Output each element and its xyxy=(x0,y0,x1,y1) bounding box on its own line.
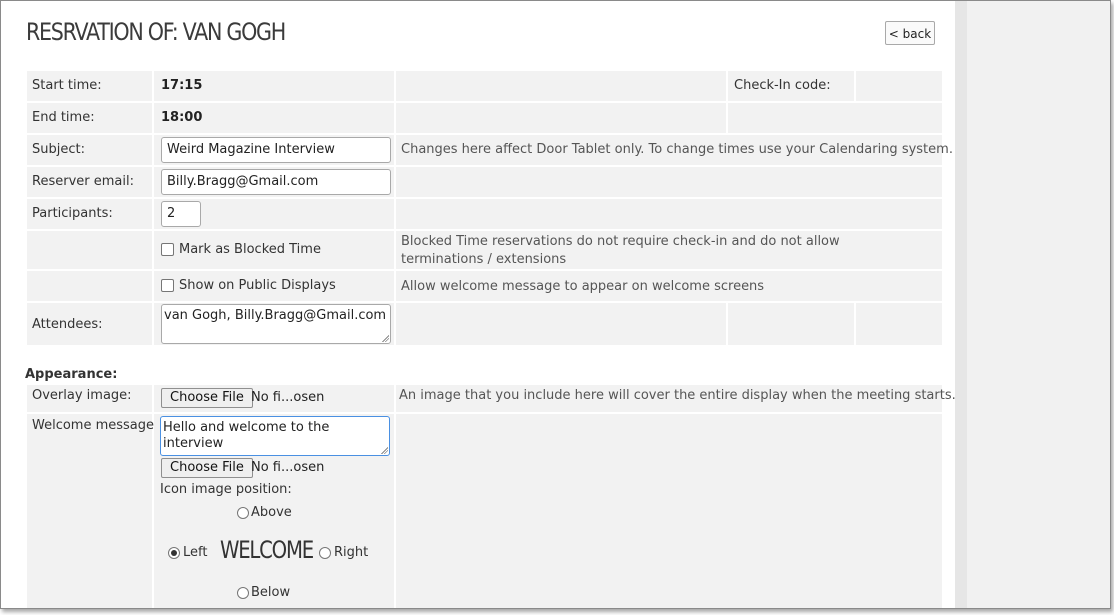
subject-input[interactable]: Weird Magazine Interview xyxy=(161,137,391,163)
participants-label: Participants: xyxy=(32,206,113,221)
participants-input[interactable]: 2 xyxy=(161,201,201,227)
start-time-value: 17:15 xyxy=(161,78,203,93)
welcome-editor-cell: Hello and welcome to the interview Choos… xyxy=(154,414,394,608)
empty-cell xyxy=(396,199,942,229)
overlay-label: Overlay image: xyxy=(32,388,132,403)
empty-cell xyxy=(396,303,726,345)
position-right-label: Right xyxy=(334,545,369,560)
welcome-message-text: Hello and welcome to the interview xyxy=(163,420,330,451)
attendees-textarea[interactable]: van Gogh, Billy.Bragg@Gmail.com xyxy=(161,304,391,344)
subject-label: Subject: xyxy=(32,142,85,157)
public-hint: Allow welcome message to appear on welco… xyxy=(401,279,765,294)
end-time-value-cell: 18:00 xyxy=(154,103,394,133)
participants-input-cell: 2 xyxy=(154,199,394,229)
public-display-checkbox[interactable] xyxy=(161,279,174,292)
subject-input-cell: Weird Magazine Interview xyxy=(154,135,394,165)
overlay-choose-file-button[interactable]: Choose File xyxy=(161,388,253,408)
position-below-radio[interactable] xyxy=(237,587,249,599)
scrollbar-gutter xyxy=(955,1,967,608)
blocked-time-label: Mark as Blocked Time xyxy=(179,242,321,257)
welcome-preview-text: WELCOME xyxy=(220,536,314,564)
end-time-label-cell: End time: xyxy=(27,103,152,133)
reserver-email-label-cell: Reserver email: xyxy=(27,167,152,197)
page-title: RESRVATION OF: VAN GOGH xyxy=(26,18,286,46)
reserver-email-input-cell: Billy.Bragg@Gmail.com xyxy=(154,167,394,197)
attendees-label: Attendees: xyxy=(32,317,103,332)
welcome-choose-file-button[interactable]: Choose File xyxy=(161,458,253,478)
empty-cell xyxy=(396,167,942,197)
attendees-text: van Gogh, Billy.Bragg@Gmail.com xyxy=(164,308,387,323)
reserver-email-label: Reserver email: xyxy=(32,174,134,189)
side-panel xyxy=(967,1,1110,608)
welcome-label: Welcome message: xyxy=(32,418,159,433)
empty-cell xyxy=(856,303,942,345)
overlay-hint-cell: An image that you include here will cove… xyxy=(396,385,956,412)
blocked-hint: Blocked Time reservations do not require… xyxy=(401,234,840,267)
resize-handle[interactable] xyxy=(381,447,388,454)
empty-cell xyxy=(396,71,726,101)
welcome-label-cell: Welcome message: xyxy=(27,414,158,608)
empty-cell xyxy=(728,103,942,133)
empty-cell xyxy=(396,414,942,608)
position-above-label: Above xyxy=(251,505,292,520)
end-time-value: 18:00 xyxy=(161,110,203,125)
public-display-label: Show on Public Displays xyxy=(179,278,336,293)
start-time-label-cell: Start time: xyxy=(27,71,152,101)
start-time-label: Start time: xyxy=(32,78,102,93)
checkin-label-cell: Check-In code: xyxy=(728,71,854,101)
participants-label-cell: Participants: xyxy=(27,199,152,229)
overlay-hint: An image that you include here will cove… xyxy=(399,388,956,403)
attendees-label-cell: Attendees: xyxy=(27,303,152,345)
empty-cell xyxy=(27,231,152,269)
position-above-radio[interactable] xyxy=(237,507,249,519)
checkin-value-cell xyxy=(856,71,942,101)
public-display-cell: Show on Public Displays xyxy=(154,271,394,301)
position-below-label: Below xyxy=(251,585,291,600)
welcome-message-textarea[interactable]: Hello and welcome to the interview xyxy=(160,416,390,456)
reserver-email-input[interactable]: Billy.Bragg@Gmail.com xyxy=(161,169,391,195)
blocked-time-checkbox[interactable] xyxy=(161,243,174,256)
checkin-label: Check-In code: xyxy=(734,78,831,93)
back-button[interactable]: < back xyxy=(885,21,935,45)
position-left-radio[interactable] xyxy=(168,547,180,559)
icon-position-label: Icon image position: xyxy=(160,482,292,497)
welcome-file-status: No fi...osen xyxy=(251,460,325,475)
subject-hint: Changes here affect Door Tablet only. To… xyxy=(401,142,953,157)
overlay-file-cell: Choose File No fi...osen xyxy=(154,385,394,412)
public-hint-cell: Allow welcome message to appear on welco… xyxy=(396,271,942,301)
empty-cell xyxy=(396,103,726,133)
appearance-heading: Appearance: xyxy=(25,367,118,382)
position-right-radio[interactable] xyxy=(319,547,331,559)
blocked-hint-cell: Blocked Time reservations do not require… xyxy=(396,231,942,269)
end-time-label: End time: xyxy=(32,110,95,125)
blocked-time-cell: Mark as Blocked Time xyxy=(154,231,394,269)
overlay-label-cell: Overlay image: xyxy=(27,385,152,412)
position-left-label: Left xyxy=(183,545,208,560)
empty-cell xyxy=(728,303,854,345)
overlay-file-status: No fi...osen xyxy=(251,390,325,405)
empty-cell xyxy=(27,271,152,301)
start-time-value-cell: 17:15 xyxy=(154,71,394,101)
resize-handle[interactable] xyxy=(382,335,389,342)
attendees-input-cell: van Gogh, Billy.Bragg@Gmail.com xyxy=(154,303,394,345)
subject-label-cell: Subject: xyxy=(27,135,152,165)
subject-hint-cell: Changes here affect Door Tablet only. To… xyxy=(396,135,953,165)
reservation-window: RESRVATION OF: VAN GOGH < back Start tim… xyxy=(0,0,1111,609)
